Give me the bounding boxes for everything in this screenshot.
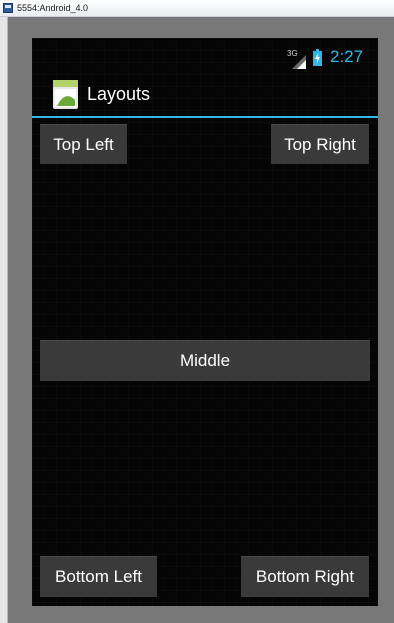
network-type-label: 3G — [287, 49, 298, 58]
middle-button[interactable]: Middle — [40, 340, 370, 381]
bottom-left-button[interactable]: Bottom Left — [40, 556, 157, 597]
page-title: Layouts — [87, 84, 151, 104]
status-time: 2:27 — [330, 47, 364, 66]
app-launcher-icon[interactable] — [53, 80, 78, 109]
device-screen: 3G 2:27 Layouts Top Left Top Right Middl… — [32, 38, 378, 606]
battery-icon — [313, 49, 322, 66]
window-left-border — [0, 17, 8, 623]
top-left-button[interactable]: Top Left — [40, 124, 127, 164]
emulator-window-title: 5554:Android_4.0 — [17, 3, 89, 13]
emulator-title-bar: 5554:Android_4.0 — [0, 0, 394, 17]
action-bar — [32, 76, 378, 118]
signal-icon: 3G — [287, 49, 306, 69]
status-bar: 3G 2:27 — [32, 38, 378, 76]
top-right-button[interactable]: Top Right — [271, 124, 369, 164]
emulator-window-icon — [3, 3, 13, 13]
bottom-right-button[interactable]: Bottom Right — [241, 556, 369, 597]
